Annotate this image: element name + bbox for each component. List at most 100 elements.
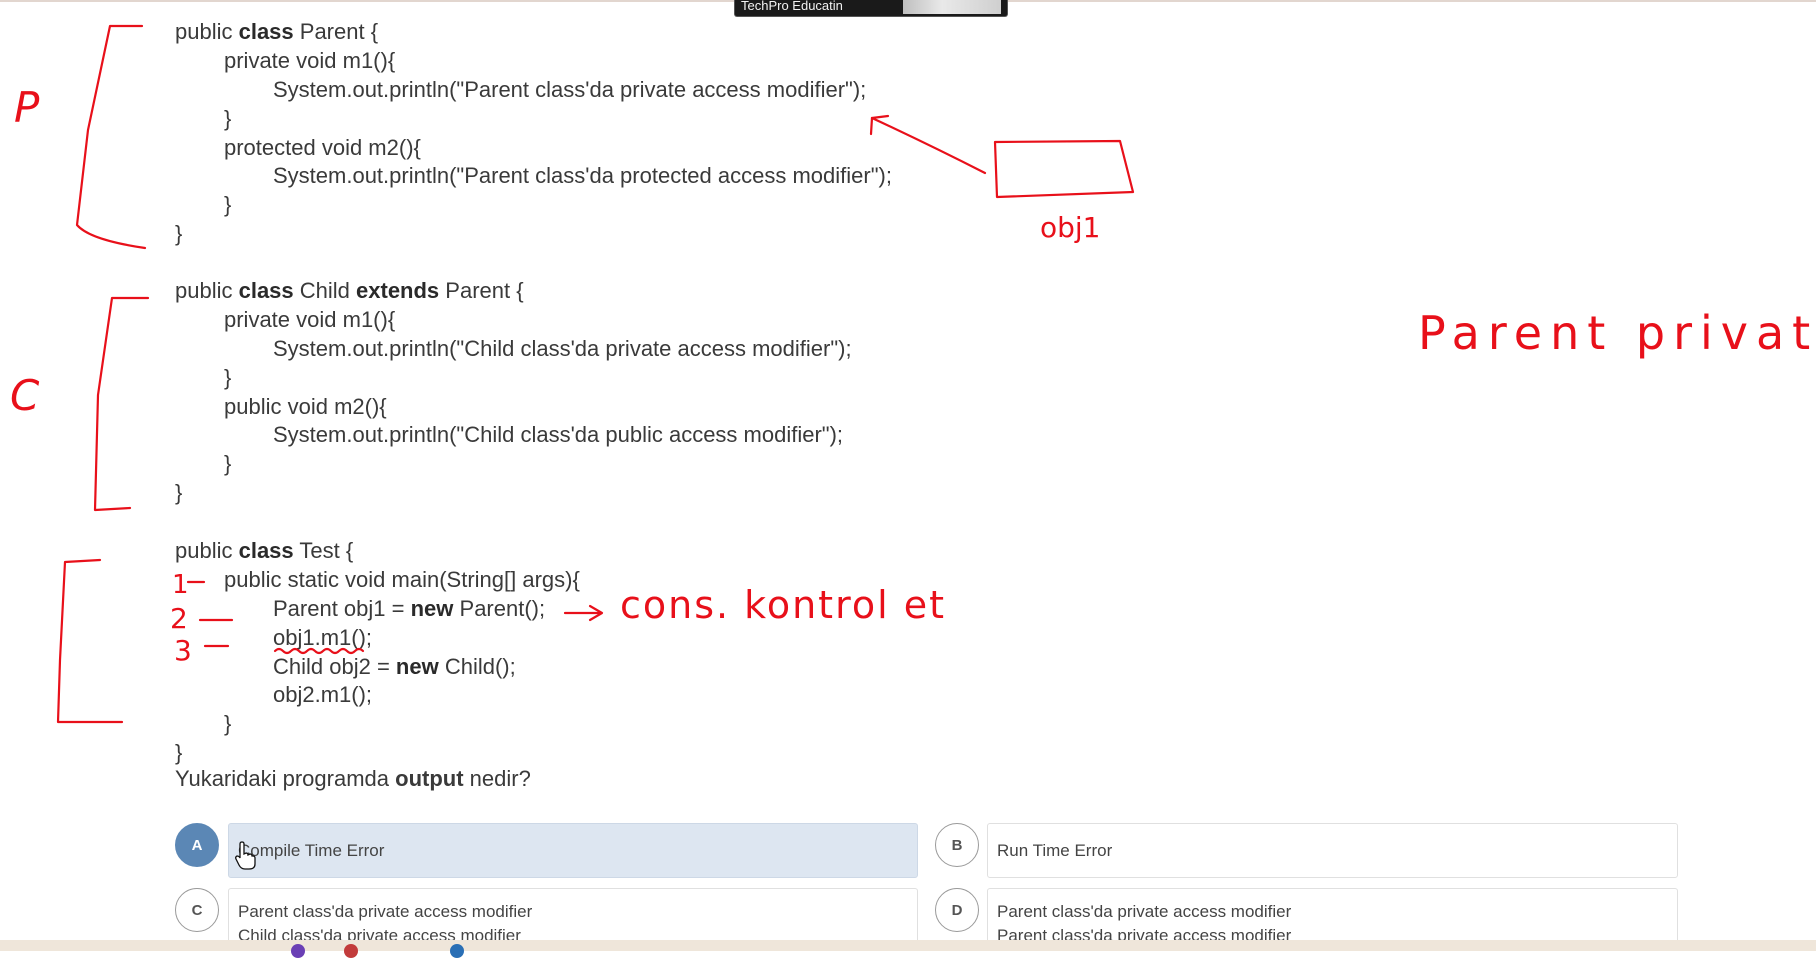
- code-keyword: new: [395, 653, 439, 679]
- code-line: public class Test {: [175, 537, 580, 566]
- code-line: private void m1(){: [175, 47, 892, 76]
- code-text: public void m2(){: [224, 393, 387, 419]
- code-keyword: class: [238, 278, 294, 303]
- option-b-text: Run Time Error: [997, 841, 1113, 860]
- code-text: }: [175, 740, 183, 766]
- code-line: obj2.m1();: [175, 681, 580, 710]
- code-text: System.out.println("Parent class'da priv…: [273, 76, 867, 102]
- question-prefix: Yukaridaki programda: [175, 766, 396, 791]
- question-bold: output: [395, 766, 464, 791]
- code-text: Parent {: [293, 19, 379, 44]
- code-line: public class Child extends Parent {: [175, 277, 852, 306]
- note-parent-private: Parent private.: [1418, 306, 1816, 360]
- option-c-circle[interactable]: C: [175, 888, 219, 932]
- video-overlay-label: TechPro Educatin: [741, 0, 843, 13]
- code-text: public: [175, 19, 239, 44]
- code-line: public class Parent {: [175, 18, 892, 47]
- option-d-circle[interactable]: D: [935, 888, 979, 932]
- code-line: System.out.println("Child class'da publi…: [175, 421, 852, 450]
- code-text: public: [175, 278, 239, 303]
- video-overlay[interactable]: TechPro Educatin: [734, 0, 1008, 17]
- code-text: protected void m2(){: [224, 134, 421, 160]
- code-text: public static void main(String[] args){: [224, 566, 580, 592]
- option-d-letter: D: [951, 901, 963, 919]
- code-text: obj2.m1();: [273, 682, 373, 708]
- code-text: }: [224, 105, 232, 131]
- option-b-button[interactable]: Run Time Error: [987, 823, 1678, 878]
- code-text: }: [224, 192, 232, 218]
- code-line: }: [175, 450, 852, 479]
- code-line: }: [175, 364, 852, 393]
- taskbar-strip: [0, 940, 1816, 951]
- code-text: System.out.println("Child class'da priva…: [273, 335, 852, 361]
- note-cons-kontrol: cons. kontrol et: [620, 583, 946, 627]
- code-line: }: [175, 739, 580, 768]
- option-b-circle[interactable]: B: [935, 823, 979, 867]
- code-line: Child obj2 = new Child();: [175, 653, 580, 682]
- code-text: private void m1(){: [224, 306, 396, 332]
- option-c-button[interactable]: Parent class'da private access modifier …: [228, 888, 918, 943]
- code-line: Parent obj1 = new Parent();: [175, 595, 580, 624]
- code-line: private void m1(){: [175, 306, 852, 335]
- option-d-button[interactable]: Parent class'da private access modifier …: [987, 888, 1678, 943]
- handwritten-label-p: P: [14, 83, 40, 132]
- code-line: }: [175, 710, 580, 739]
- code-line: }: [175, 105, 892, 134]
- code-line: obj1.m1();: [175, 624, 580, 653]
- code-text: }: [224, 364, 232, 390]
- code-line: }: [175, 191, 892, 220]
- code-text: }: [175, 480, 183, 506]
- code-text: System.out.println("Parent class'da prot…: [273, 163, 892, 189]
- code-text: }: [175, 221, 183, 247]
- code-text: Parent();: [453, 595, 546, 621]
- code-keyword: extends: [356, 278, 440, 303]
- option-a-circle[interactable]: A: [175, 823, 219, 867]
- code-line: System.out.println("Parent class'da prot…: [175, 162, 892, 191]
- option-d-line1: Parent class'da private access modifier: [997, 902, 1292, 921]
- code-line: protected void m2(){: [175, 134, 892, 163]
- code-text: public: [175, 538, 239, 563]
- parent-bracket: [75, 24, 147, 250]
- obj1-label: obj1: [1040, 211, 1101, 244]
- code-text: Test {: [293, 538, 354, 563]
- code-text: System.out.println("Child class'da publi…: [273, 422, 844, 448]
- code-line: }: [175, 220, 892, 249]
- code-text: }: [224, 711, 232, 737]
- parent-class-code: public class Parent {private void m1(){S…: [175, 18, 892, 249]
- option-a-letter: A: [191, 836, 203, 854]
- code-line: System.out.println("Parent class'da priv…: [175, 76, 892, 105]
- taskbar-app-icon[interactable]: [291, 944, 305, 958]
- code-text: private void m1(){: [224, 47, 396, 73]
- child-bracket: [93, 296, 150, 512]
- code-keyword: class: [238, 538, 294, 563]
- code-text: Parent {: [439, 278, 524, 303]
- code-text: obj1.m1();: [273, 624, 373, 650]
- question-text: Yukaridaki programda output nedir?: [175, 766, 531, 792]
- code-text: Child: [293, 278, 357, 303]
- video-thumbnail: [903, 0, 1001, 14]
- question-suffix: nedir?: [463, 766, 531, 791]
- code-line: }: [175, 479, 852, 508]
- taskbar-app-icon[interactable]: [344, 944, 358, 958]
- code-line: public void m2(){: [175, 393, 852, 422]
- obj1-box: [993, 139, 1135, 199]
- hand-cursor-icon: [235, 841, 256, 870]
- option-a-text: Compile Time Error: [238, 841, 385, 860]
- code-line: System.out.println("Child class'da priva…: [175, 335, 852, 364]
- handwritten-label-c: C: [10, 371, 40, 420]
- test-class-code: public class Test {public static void ma…: [175, 537, 580, 768]
- code-keyword: new: [410, 595, 454, 621]
- code-keyword: class: [238, 19, 294, 44]
- option-b-letter: B: [951, 836, 963, 854]
- child-class-code: public class Child extends Parent {priva…: [175, 277, 852, 508]
- option-c-line1: Parent class'da private access modifier: [238, 902, 533, 921]
- code-line: public static void main(String[] args){: [175, 566, 580, 595]
- code-text: Child();: [438, 653, 516, 679]
- option-a-button[interactable]: Compile Time Error: [228, 823, 918, 878]
- code-text: Child obj2 =: [273, 653, 396, 679]
- test-bracket: [56, 558, 124, 724]
- code-text: }: [224, 451, 232, 477]
- code-text: Parent obj1 =: [273, 595, 411, 621]
- option-c-letter: C: [191, 901, 203, 919]
- taskbar-app-icon[interactable]: [450, 944, 464, 958]
